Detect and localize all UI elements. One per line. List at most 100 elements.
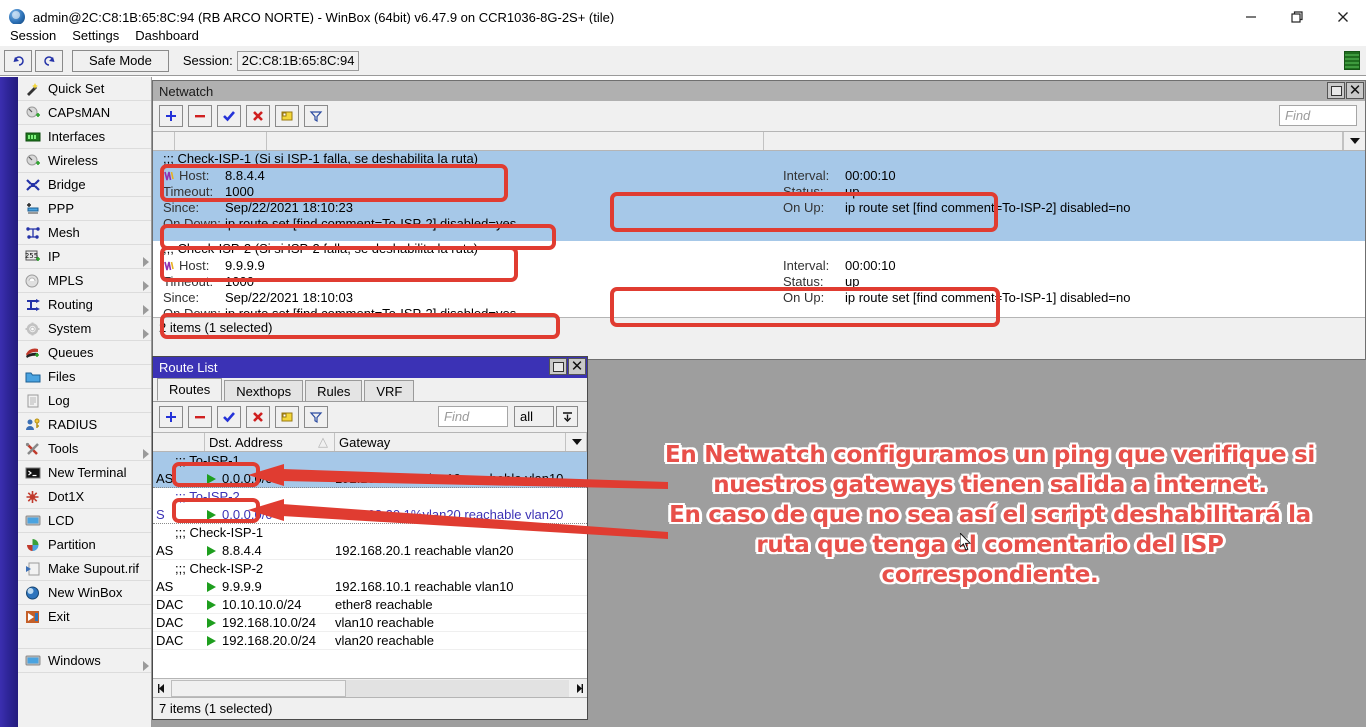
sidebar-item-tools[interactable]: Tools (18, 437, 151, 461)
route-list-filter-select[interactable]: all (514, 406, 554, 427)
route-list-column-menu-icon[interactable] (565, 433, 587, 451)
table-row[interactable]: AS 9.9.9.9 192.168.10.1 reachable vlan10 (153, 578, 587, 596)
netwatch-col-1[interactable] (267, 132, 764, 150)
netwatch-host-row: Host: 8.8.4.4 (153, 167, 1365, 183)
sidebar-item-capsman[interactable]: CAPsMAN (18, 101, 151, 125)
scroll-right-icon[interactable] (569, 680, 587, 697)
scroll-left-icon[interactable] (153, 680, 171, 697)
netwatch-title-label: Netwatch (159, 84, 213, 99)
sidebar-item-system[interactable]: System (18, 317, 151, 341)
tab-routes[interactable]: Routes (157, 378, 222, 401)
sidebar-item-label: Interfaces (48, 129, 105, 144)
sidebar-item-log[interactable]: Log (18, 389, 151, 413)
netwatch-entry[interactable]: ;;; Check-ISP-1 (Si si ISP-1 falla, se d… (153, 151, 1365, 241)
netwatch-since-value: Sep/22/2021 18:10:03 (225, 290, 353, 305)
sidebar-item-label: System (48, 321, 91, 336)
table-row-comment[interactable]: ;;; Check-ISP-2 (153, 560, 587, 578)
undo-icon[interactable] (4, 50, 32, 72)
sidebar-item-lcd[interactable]: LCD (18, 509, 151, 533)
netwatch-status-value: up (845, 274, 859, 289)
column-flags[interactable] (153, 433, 205, 451)
route-list-horizontal-scrollbar[interactable] (153, 678, 587, 697)
sidebar-item-label: Windows (48, 653, 101, 668)
sidebar-item-partition[interactable]: Partition (18, 533, 151, 557)
route-list-maximize-icon[interactable] (549, 358, 567, 375)
sidebar-item-new-terminal[interactable]: New Terminal (18, 461, 151, 485)
netwatch-toolbar: Find (153, 101, 1365, 131)
add-icon[interactable] (159, 105, 183, 127)
sidebar-item-label: Queues (48, 345, 94, 360)
safe-mode-button[interactable]: Safe Mode (72, 50, 169, 72)
netwatch-col-2[interactable] (764, 132, 1343, 150)
netwatch-timeout-value: 1000 (225, 184, 254, 199)
route-list-column-header: Dst. Address △ Gateway (153, 432, 587, 452)
remove-icon[interactable] (188, 105, 212, 127)
sidebar-item-exit[interactable]: Exit (18, 605, 151, 629)
netwatch-status-value: up (845, 184, 859, 199)
scroll-thumb[interactable] (171, 680, 346, 697)
sidebar-item-label: Wireless (48, 153, 98, 168)
netwatch-interval-label: Interval: (773, 258, 845, 273)
sidebar-item-make-supout[interactable]: Make Supout.rif (18, 557, 151, 581)
netwatch-onup-row: On Up: ip route set [find comment=To-ISP… (773, 199, 1130, 215)
sidebar-item-wireless[interactable]: Wireless (18, 149, 151, 173)
menu-session[interactable]: Session (2, 27, 64, 44)
sidebar-item-mesh[interactable]: Mesh (18, 221, 151, 245)
filter-icon[interactable] (304, 105, 328, 127)
sidebar-item-routing[interactable]: Routing (18, 293, 151, 317)
tab-vrf[interactable]: VRF (364, 380, 414, 401)
sidebar-item-radius[interactable]: RADIUS (18, 413, 151, 437)
menu-settings[interactable]: Settings (64, 27, 127, 44)
column-dst-address[interactable]: Dst. Address △ (205, 433, 335, 451)
netwatch-interval-row: Interval: 00:00:10 (773, 167, 1130, 183)
remove-icon[interactable] (188, 406, 212, 428)
tab-nexthops[interactable]: Nexthops (224, 380, 303, 401)
sidebar-item-mpls[interactable]: MPLS (18, 269, 151, 293)
disable-icon[interactable] (246, 406, 270, 428)
filter-icon[interactable] (304, 406, 328, 428)
netwatch-close-icon[interactable]: ✕ (1346, 82, 1364, 99)
table-row[interactable]: DAC 192.168.20.0/24 vlan20 reachable (153, 632, 587, 650)
netwatch-maximize-icon[interactable] (1327, 82, 1345, 99)
netwatch-find-input[interactable]: Find (1279, 105, 1357, 126)
route-list-filter-dropdown-icon[interactable] (556, 406, 578, 427)
sidebar-item-label: RADIUS (48, 417, 97, 432)
netwatch-timeout-label: Timeout: (153, 274, 225, 289)
route-list-close-icon[interactable]: ✕ (568, 358, 586, 375)
netwatch-col-flags[interactable] (153, 132, 175, 150)
netwatch-col-0[interactable] (175, 132, 267, 150)
route-list-find-input[interactable]: Find (438, 406, 508, 427)
sidebar-item-dot1x[interactable]: Dot1X (18, 485, 151, 509)
sidebar-item-ip[interactable]: 255 IP (18, 245, 151, 269)
main-toolbar: Safe Mode Session: 2C:C8:1B:65:8C:94 (0, 46, 1366, 76)
sidebar-item-label: Partition (48, 537, 96, 552)
column-gateway[interactable]: Gateway (335, 433, 587, 451)
enable-icon[interactable] (217, 406, 241, 428)
add-icon[interactable] (159, 406, 183, 428)
table-row[interactable]: DAC 192.168.10.0/24 vlan10 reachable (153, 614, 587, 632)
sidebar-item-windows[interactable]: Windows (18, 649, 151, 673)
disable-icon[interactable] (246, 105, 270, 127)
menu-dashboard[interactable]: Dashboard (127, 27, 207, 44)
sidebar-item-bridge[interactable]: Bridge (18, 173, 151, 197)
sidebar-item-files[interactable]: Files (18, 365, 151, 389)
comment-icon[interactable] (275, 105, 299, 127)
netwatch-window-controls: ✕ (1326, 82, 1364, 99)
redo-icon[interactable] (35, 50, 63, 72)
route-flags: DAC (153, 633, 205, 648)
enable-icon[interactable] (217, 105, 241, 127)
sidebar-item-quick-set[interactable]: Quick Set (18, 77, 151, 101)
route-active-icon (207, 600, 216, 610)
netwatch-entry-list: ;;; Check-ISP-1 (Si si ISP-1 falla, se d… (153, 151, 1365, 337)
sidebar-item-interfaces[interactable]: Interfaces (18, 125, 151, 149)
tab-rules[interactable]: Rules (305, 380, 362, 401)
sidebar-item-new-winbox[interactable]: New WinBox (18, 581, 151, 605)
sidebar-item-ppp[interactable]: PPP (18, 197, 151, 221)
scroll-track[interactable] (171, 680, 569, 697)
comment-icon[interactable] (275, 406, 299, 428)
table-row[interactable]: DAC 10.10.10.0/24 ether8 reachable (153, 596, 587, 614)
winbox-icon (24, 585, 42, 601)
netwatch-column-menu-icon[interactable] (1343, 132, 1365, 150)
sidebar-item-queues[interactable]: Queues (18, 341, 151, 365)
session-input[interactable]: 2C:C8:1B:65:8C:94 (237, 51, 360, 71)
